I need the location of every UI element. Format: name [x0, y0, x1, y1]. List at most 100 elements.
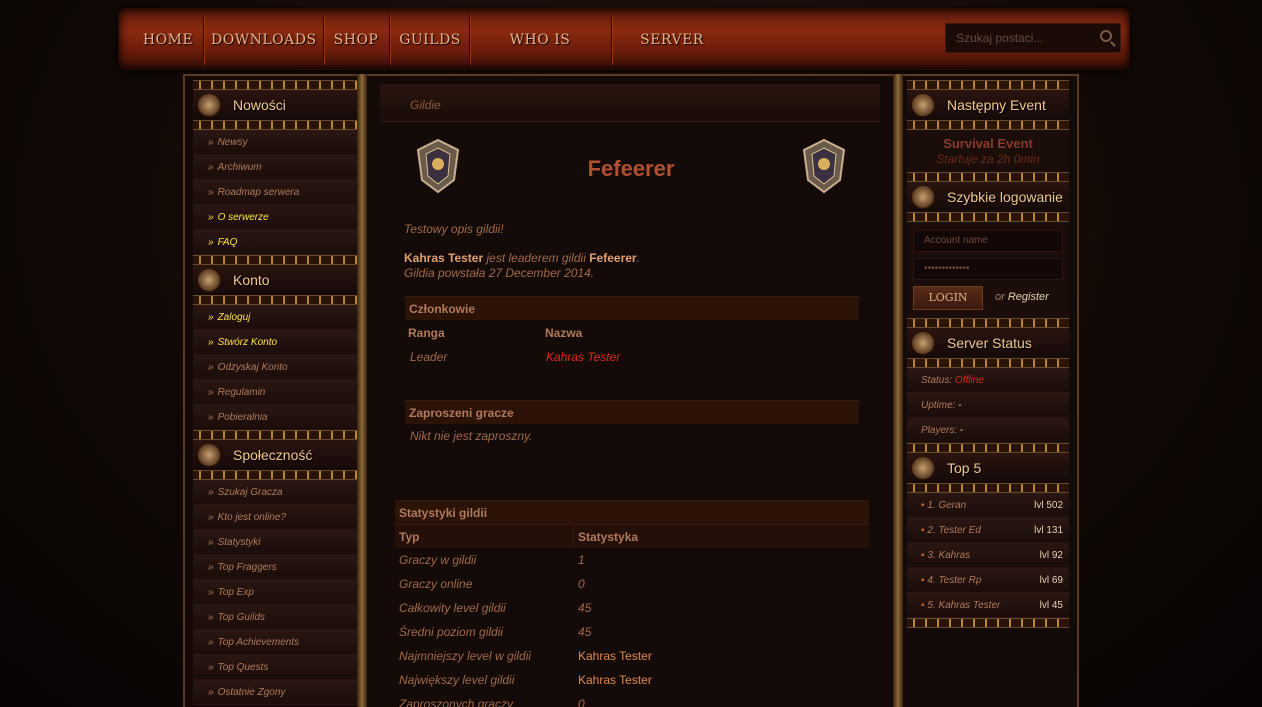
top5-row[interactable]: ▪ 2. Tester Ed lvl 131	[907, 518, 1069, 543]
account-icon	[197, 268, 221, 292]
link-odzyskaj-konto[interactable]: » Odzyskaj Konto	[193, 355, 357, 380]
register-line: or Register	[995, 291, 1049, 303]
left-sidebar: Nowości » Newsy » Archiwum » Roadmap serwer…	[193, 80, 357, 705]
right-divider	[893, 74, 903, 707]
guild-emblem-left-icon	[416, 138, 460, 194]
section-title: Server Status	[947, 335, 1032, 351]
link-ostatnie-zgony[interactable]: » Ostatnie Zgony	[193, 680, 357, 705]
event-name: Survival Event	[943, 136, 1033, 151]
section-next-event: Następny Event	[907, 90, 1069, 120]
nav-shop[interactable]: SHOP	[331, 9, 381, 71]
event-icon	[911, 93, 935, 117]
character-search-input[interactable]: Szukaj postaci...	[945, 23, 1121, 53]
stat-type: Najmniejszy level w gildii	[399, 649, 532, 663]
guild-description: Testowy opis gildii!	[404, 222, 504, 236]
login-box: Account name ••••••••••••• LOGIN or Regi…	[907, 222, 1069, 318]
members-col-rank: Ranga	[408, 326, 445, 340]
link-newsy[interactable]: » Newsy	[193, 130, 357, 155]
link-zaloguj[interactable]: » Zaloguj	[193, 305, 357, 330]
section-title: Społeczność	[233, 447, 313, 463]
stats-header: Statystyki gildii	[395, 500, 869, 524]
section-title: Konto	[233, 272, 270, 288]
leader-guild: Fefeerer	[589, 251, 637, 265]
news-icon	[197, 93, 221, 117]
register-link[interactable]: Register	[1008, 291, 1049, 303]
section-title: Szybkie logowanie	[947, 189, 1063, 205]
status-value: Offline	[954, 375, 984, 386]
invited-header: Zaproszeni gracze	[405, 400, 859, 424]
stat-type: Średni poziom gildii	[399, 625, 504, 639]
stat-value-link[interactable]: Kahras Tester	[578, 649, 652, 663]
link-statystyki[interactable]: » Statystyki	[193, 530, 357, 555]
section-quick-login: Szybkie logowanie	[907, 182, 1069, 212]
nav-who-is-online[interactable]: WHO IS ONLINE?	[477, 9, 603, 110]
guild-leader-line: Kahras Tester jest leaderem gildii Fefee…	[404, 251, 640, 265]
uptime-row: Uptime: -	[907, 393, 1069, 418]
stats-col-type: Typ	[395, 524, 573, 548]
section-title: Top 5	[947, 460, 982, 476]
top5-list: ▪ 1. Geran lvl 502 ▪ 2. Tester Ed lvl 131 …	[907, 493, 1069, 618]
link-o-serwerze[interactable]: » O serwerze	[193, 205, 357, 230]
nav-home[interactable]: HOME	[139, 9, 197, 71]
stat-type: Całkowity level gildii	[399, 601, 506, 615]
invited-empty: Nikt nie jest zaproszny.	[410, 429, 533, 443]
event-box: Survival Event Startuje za 2h 0min	[907, 130, 1069, 172]
stat-type: Graczy w gildii	[399, 553, 477, 567]
section-account: Konto	[193, 265, 357, 295]
link-faq[interactable]: » FAQ	[193, 230, 357, 255]
stats-col-stat: Statystyka	[573, 524, 869, 548]
link-regulamin[interactable]: » Regulamin	[193, 380, 357, 405]
breadcrumb: Gildie	[380, 84, 880, 122]
section-news: Nowości	[193, 90, 357, 120]
nav-downloads[interactable]: DOWNLOADS	[211, 9, 316, 71]
nav-server-info[interactable]: SERVER INFO	[619, 9, 725, 110]
section-community: Społeczność	[193, 440, 357, 470]
top-navigation: HOME DOWNLOADS SHOP GUILDS WHO IS ONLINE…	[118, 8, 1130, 110]
guild-name: Fefeerer	[587, 156, 675, 181]
members-col-name: Nazwa	[545, 326, 583, 340]
leader-name[interactable]: Kahras Tester	[404, 251, 483, 265]
search-placeholder: Szukaj postaci...	[956, 31, 1044, 45]
stat-value-link[interactable]: Kahras Tester	[578, 673, 652, 687]
account-name-field[interactable]: Account name	[913, 230, 1063, 252]
stat-value: 0	[578, 697, 585, 707]
status-row: Status: Offline	[907, 368, 1069, 393]
section-server-status: Server Status	[907, 328, 1069, 358]
link-top-guilds[interactable]: » Top Guilds	[193, 605, 357, 630]
stat-type: Największy level gildii	[399, 673, 515, 687]
members-header: Członkowie	[405, 296, 859, 320]
section-top5: Top 5	[907, 453, 1069, 483]
guild-emblem-right-icon	[802, 138, 846, 194]
status-box: Status: Offline Uptime: - Players: -	[907, 368, 1069, 443]
top5-row[interactable]: ▪ 3. Kahras lvl 92	[907, 543, 1069, 568]
section-title: Nowości	[233, 97, 286, 113]
breadcrumb-label: Gildie	[410, 98, 441, 112]
trophy-icon	[911, 456, 935, 480]
right-sidebar: Następny Event Survival Event Startuje z…	[907, 80, 1069, 628]
link-roadmap[interactable]: » Roadmap serwera	[193, 180, 357, 205]
section-title: Następny Event	[947, 97, 1046, 113]
stat-value: 0	[578, 577, 585, 591]
link-kto-jest-online[interactable]: » Kto jest online?	[193, 505, 357, 530]
search-icon[interactable]	[1100, 30, 1112, 42]
top5-row[interactable]: ▪ 5. Kahras Tester lvl 45	[907, 593, 1069, 618]
member-name-link[interactable]: Kahras Tester	[546, 350, 620, 364]
link-top-achievements[interactable]: » Top Achievements	[193, 630, 357, 655]
left-divider	[357, 74, 367, 707]
stat-type: Zaproszonych graczy	[399, 697, 514, 707]
link-top-exp[interactable]: » Top Exp	[193, 580, 357, 605]
link-top-quests[interactable]: » Top Quests	[193, 655, 357, 680]
link-top-fraggers[interactable]: » Top Fraggers	[193, 555, 357, 580]
stat-value: 45	[578, 601, 592, 615]
link-archiwum[interactable]: » Archiwum	[193, 155, 357, 180]
nav-guilds[interactable]: GUILDS	[397, 9, 463, 71]
top5-row[interactable]: ▪ 1. Geran lvl 502	[907, 493, 1069, 518]
link-pobieralnia[interactable]: » Pobieralnia	[193, 405, 357, 430]
top5-row[interactable]: ▪ 4. Tester Rp lvl 69	[907, 568, 1069, 593]
server-icon	[911, 331, 935, 355]
guild-founded: Gildia powstała 27 December 2014.	[404, 266, 595, 280]
password-field[interactable]: •••••••••••••	[913, 258, 1063, 280]
link-szukaj-gracza[interactable]: » Szukaj Gracza	[193, 480, 357, 505]
link-stworz-konto[interactable]: » Stwórz Konto	[193, 330, 357, 355]
login-button[interactable]: LOGIN	[913, 286, 983, 310]
